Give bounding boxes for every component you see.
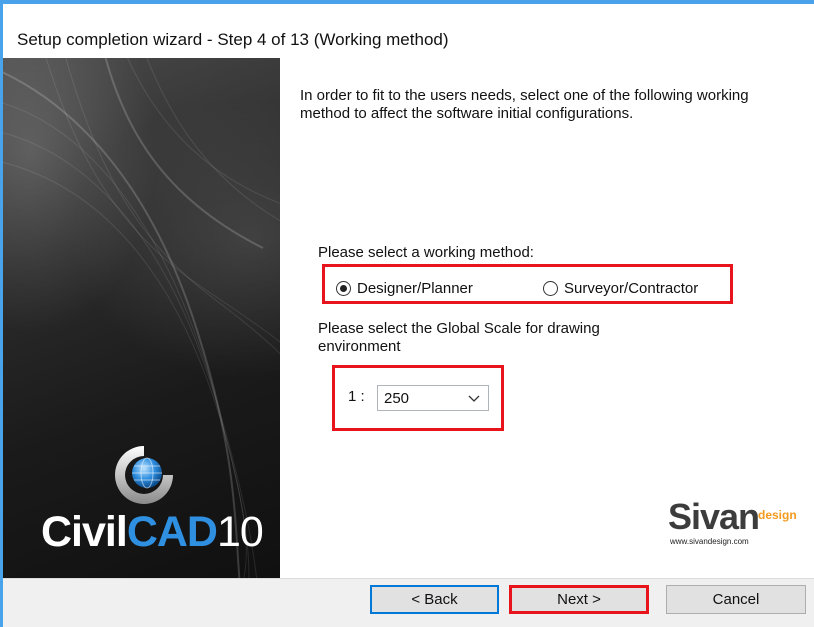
title-bar: Setup completion wizard - Step 4 of 13 (… [3, 4, 814, 58]
radio-surveyor-contractor[interactable]: Surveyor/Contractor [543, 280, 698, 297]
next-button[interactable]: Next > [509, 585, 649, 614]
global-scale-label: Please select the Global Scale for drawi… [318, 320, 600, 355]
scale-value: 250 [384, 390, 410, 407]
cancel-button[interactable]: Cancel [666, 585, 806, 614]
wizard-content: In order to fit to the users needs, sele… [280, 58, 814, 578]
logo-civil-text: Civil [41, 508, 128, 556]
radio-unselected-icon[interactable] [543, 281, 558, 296]
radio-designer-planner-label: Designer/Planner [357, 280, 473, 297]
radio-selected-icon[interactable] [336, 281, 351, 296]
logo-cad-text: CAD [126, 508, 218, 556]
wizard-sidebar-image: CivilCAD10 [3, 58, 280, 578]
radio-designer-planner[interactable]: Designer/Planner [336, 280, 473, 297]
sivan-url-text: www.sivandesign.com [670, 537, 749, 546]
chevron-down-icon [468, 395, 480, 402]
sivan-design-text: design [758, 508, 797, 522]
global-scale-dropdown[interactable]: 250 [377, 385, 489, 411]
intro-text: In order to fit to the users needs, sele… [300, 87, 749, 122]
window-title: Setup completion wizard - Step 4 of 13 (… [17, 30, 449, 49]
sivan-brand-text: Sivan [668, 496, 760, 537]
civilcad-logo: CivilCAD10 [41, 508, 264, 557]
scale-prefix: 1 : [348, 388, 365, 405]
sivan-design-logo: Sivan design www.sivandesign.com [668, 496, 814, 548]
radio-surveyor-contractor-label: Surveyor/Contractor [564, 280, 699, 297]
working-method-label: Please select a working method: [318, 244, 534, 261]
civilcad-globe-icon [115, 446, 173, 504]
logo-version-text: 10 [216, 508, 264, 556]
back-button[interactable]: < Back [370, 585, 499, 614]
